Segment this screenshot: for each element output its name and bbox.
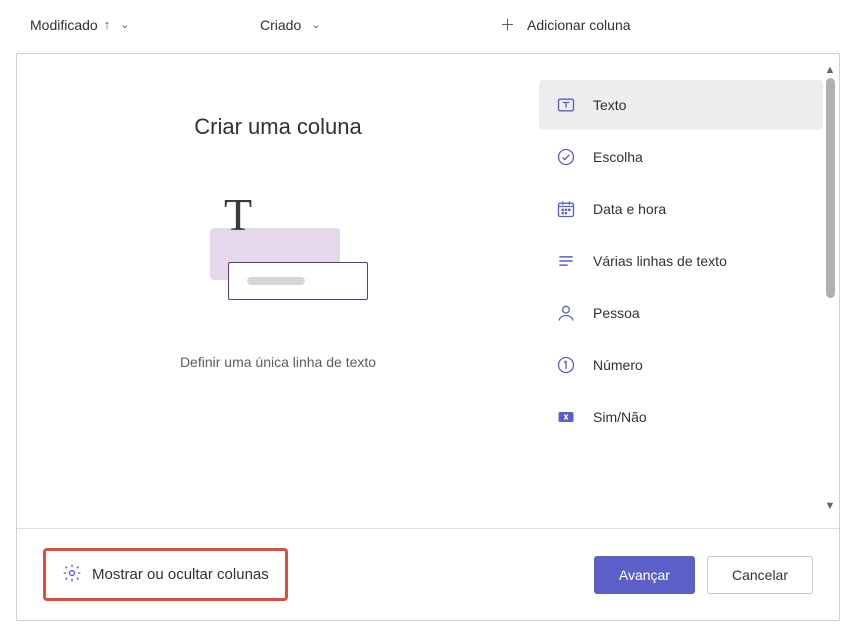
footer-buttons: Avançar Cancelar bbox=[594, 556, 813, 594]
column-type-label: Número bbox=[593, 357, 643, 373]
column-type-text[interactable]: Texto bbox=[539, 80, 823, 130]
column-type-datetime[interactable]: Data e hora bbox=[539, 184, 823, 234]
show-hide-columns-button[interactable]: Mostrar ou ocultar colunas bbox=[43, 548, 288, 601]
column-header-row: Modificado ↑ ⌄ Criado ⌄ ＋ Adicionar colu… bbox=[0, 0, 856, 45]
next-button-label: Avançar bbox=[619, 567, 670, 583]
column-header-created[interactable]: Criado ⌄ bbox=[260, 17, 450, 33]
calendar-icon bbox=[555, 198, 577, 220]
column-type-choice[interactable]: Escolha bbox=[539, 132, 823, 182]
text-glyph-icon: T bbox=[224, 188, 252, 241]
panel-title: Criar uma coluna bbox=[194, 114, 362, 140]
chevron-down-icon: ⌄ bbox=[120, 18, 129, 31]
column-type-label: Escolha bbox=[593, 149, 643, 165]
cancel-button-label: Cancelar bbox=[732, 567, 788, 583]
number-icon bbox=[555, 354, 577, 376]
gear-icon bbox=[62, 563, 82, 586]
plus-icon: ＋ bbox=[500, 14, 515, 35]
panel-body: Criar uma coluna T Definir uma única lin… bbox=[17, 54, 839, 528]
cancel-button[interactable]: Cancelar bbox=[707, 556, 813, 594]
scroll-down-icon[interactable]: ▼ bbox=[825, 500, 836, 512]
text-icon bbox=[555, 94, 577, 116]
column-type-yesno[interactable]: Sim/Não bbox=[539, 392, 823, 442]
column-header-modified-label: Modificado bbox=[30, 17, 98, 33]
column-type-label: Pessoa bbox=[593, 305, 640, 321]
column-type-person[interactable]: Pessoa bbox=[539, 288, 823, 338]
yesno-icon bbox=[555, 406, 577, 428]
column-header-modified[interactable]: Modificado ↑ ⌄ bbox=[30, 17, 230, 33]
scroll-up-icon[interactable]: ▲ bbox=[825, 64, 836, 76]
column-type-label: Data e hora bbox=[593, 201, 666, 217]
column-type-number[interactable]: Número bbox=[539, 340, 823, 390]
next-button[interactable]: Avançar bbox=[594, 556, 695, 594]
column-type-label: Várias linhas de texto bbox=[593, 253, 727, 269]
show-hide-columns-label: Mostrar ou ocultar colunas bbox=[92, 566, 269, 583]
column-type-illustration: T bbox=[188, 184, 368, 314]
column-type-label: Texto bbox=[593, 97, 626, 113]
chevron-down-icon: ⌄ bbox=[311, 18, 320, 31]
left-pane: Criar uma coluna T Definir uma única lin… bbox=[17, 54, 539, 528]
scroll-thumb[interactable] bbox=[826, 78, 835, 298]
choice-icon bbox=[555, 146, 577, 168]
column-type-label: Sim/Não bbox=[593, 409, 647, 425]
column-type-multiline[interactable]: Várias linhas de texto bbox=[539, 236, 823, 286]
column-header-created-label: Criado bbox=[260, 17, 301, 33]
scrollbar[interactable]: ▲ ▼ bbox=[823, 64, 837, 512]
add-column-button[interactable]: ＋ Adicionar coluna bbox=[500, 14, 631, 35]
panel-footer: Mostrar ou ocultar colunas Avançar Cance… bbox=[17, 528, 839, 620]
add-column-label: Adicionar coluna bbox=[527, 17, 631, 33]
column-type-list: Texto Escolha Data e hora bbox=[539, 54, 839, 528]
create-column-panel: Criar uma coluna T Definir uma única lin… bbox=[16, 53, 840, 621]
panel-subtitle: Definir uma única linha de texto bbox=[180, 354, 376, 370]
sort-ascending-icon: ↑ bbox=[104, 17, 111, 32]
person-icon bbox=[555, 302, 577, 324]
multiline-icon bbox=[555, 250, 577, 272]
